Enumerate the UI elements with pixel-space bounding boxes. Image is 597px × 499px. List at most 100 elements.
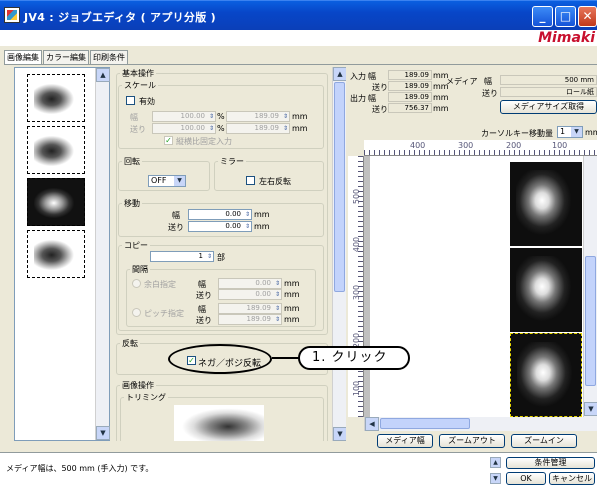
tab-color-edit[interactable]: カラー編集	[43, 50, 89, 64]
spinner-icon[interactable]: ⇕	[207, 125, 214, 132]
spinner-icon[interactable]: ⇕	[243, 211, 250, 218]
horizontal-ruler: 400 300 200 100	[364, 140, 597, 156]
scroll-thumb[interactable]	[585, 256, 596, 386]
spinner-icon[interactable]: ⇕	[273, 305, 280, 312]
thumbnail-1[interactable]	[27, 74, 85, 122]
move-feed-input[interactable]: 0.00 ⇕	[188, 221, 252, 232]
chevron-down-icon[interactable]: ▼	[174, 176, 185, 186]
ok-button[interactable]: OK	[506, 472, 546, 485]
scale-feed-label: 送り	[130, 125, 146, 134]
preview-hscrollbar[interactable]: ◀	[364, 417, 597, 431]
scale-label: スケール	[122, 80, 158, 91]
invert-label: 反転	[120, 338, 140, 349]
scale-feed-mm-input[interactable]: 189.09 ⇕	[226, 123, 290, 134]
scroll-up-icon[interactable]: ▲	[333, 67, 346, 81]
scale-width-mm-input[interactable]: 189.09 ⇕	[226, 111, 290, 122]
scroll-down-icon[interactable]: ▼	[333, 427, 346, 441]
cursor-key-label: カーソルキー移動量	[481, 129, 553, 138]
chevron-up-icon[interactable]: ▲	[490, 457, 501, 468]
zoom-in-button[interactable]: ズームイン	[511, 434, 577, 448]
input-label: 入力	[350, 72, 366, 81]
pitch-feed-value: 189.09	[246, 315, 272, 323]
move-width-label: 幅	[172, 211, 180, 220]
pitch-width-input[interactable]: 189.09 ⇕	[218, 303, 282, 314]
preview-canvas[interactable]	[364, 156, 583, 417]
spinner-icon[interactable]: ⇕	[207, 113, 214, 120]
input-feed-label: 送り	[372, 83, 388, 92]
preview-image-3[interactable]	[510, 333, 582, 417]
minimize-button[interactable]: _	[532, 6, 553, 27]
move-width-input[interactable]: 0.00 ⇕	[188, 209, 252, 220]
scale-width-pct-input[interactable]: 100.00 ⇕	[152, 111, 216, 122]
preview-vscrollbar[interactable]: ▼	[583, 156, 597, 417]
media-feed-label: 送り	[482, 89, 498, 98]
tab-print-conditions[interactable]: 印刷条件	[90, 50, 128, 64]
maximize-button[interactable]: □	[555, 6, 576, 27]
spinner-icon[interactable]: ⇕	[281, 113, 288, 120]
zoom-out-button[interactable]: ズームアウト	[439, 434, 505, 448]
thumbnail-4[interactable]	[27, 230, 85, 278]
get-media-size-button[interactable]: メディアサイズ取得	[500, 100, 597, 114]
size-info-panel: 入力 幅 189.09 mm 送り 189.09 mm 出力 幅 189.09 …	[348, 67, 597, 127]
trimming-preview[interactable]	[174, 405, 264, 441]
mm-unit: mm	[284, 290, 300, 299]
chevron-down-icon[interactable]: ▼	[571, 127, 582, 137]
spinner-icon[interactable]: ⇕	[273, 291, 280, 298]
pitch-feed-input[interactable]: 189.09 ⇕	[218, 314, 282, 325]
scroll-thumb[interactable]	[334, 82, 345, 292]
output-width-label: 幅	[368, 94, 376, 103]
scroll-left-icon[interactable]: ◀	[365, 417, 379, 431]
trimming-label: トリミング	[124, 392, 168, 403]
margin-width-input[interactable]: 0.00 ⇕	[218, 278, 282, 289]
mirror-lr-checkbox[interactable]	[246, 176, 255, 185]
output-feed-field: 756.37	[388, 103, 432, 113]
scale-feed-pct-input[interactable]: 100.00 ⇕	[152, 123, 216, 134]
media-width-button[interactable]: メディア幅	[377, 434, 433, 448]
thumbnail-2[interactable]	[27, 126, 85, 174]
pitch-radio[interactable]	[132, 308, 141, 317]
cancel-button[interactable]: キャンセル	[549, 472, 595, 485]
margin-radio[interactable]	[132, 279, 141, 288]
title-bar[interactable]: JV4 : ジョブエディタ ( アプリ分版 ) _ □ ✕	[0, 0, 597, 30]
spinner-icon[interactable]: ⇕	[273, 280, 280, 287]
spinner-icon[interactable]: ⇕	[281, 125, 288, 132]
spinner-icon[interactable]: ⇕	[273, 316, 280, 323]
copy-count-input[interactable]: 1 ⇕	[150, 251, 214, 262]
close-button[interactable]: ✕	[578, 6, 597, 27]
pct-unit: %	[217, 112, 225, 121]
scale-width-mm-value: 189.09	[254, 112, 280, 120]
output-width-field: 189.09	[388, 92, 432, 102]
margin-width-value: 0.00	[255, 279, 271, 287]
thumbnail-scrollbar[interactable]: ▲ ▼	[95, 68, 110, 440]
scroll-thumb[interactable]	[380, 418, 470, 429]
thumbnail-list: ▲ ▼	[14, 67, 110, 441]
chevron-down-icon[interactable]: ▼	[490, 473, 501, 484]
callout-connector	[272, 357, 300, 359]
basic-operations-label: 基本操作	[120, 68, 156, 79]
settings-scrollbar[interactable]: ▲ ▼	[332, 67, 346, 441]
scale-enabled-checkbox[interactable]	[126, 96, 135, 105]
thumbnail-3[interactable]	[27, 178, 85, 226]
tab-image-edit[interactable]: 画像編集	[4, 50, 42, 65]
preview-image-2[interactable]	[510, 248, 582, 332]
cursor-key-select[interactable]: 1 ▼	[557, 126, 583, 138]
margin-label: 余白指定	[144, 280, 176, 289]
rotate-label: 回転	[122, 156, 142, 167]
scroll-down-icon[interactable]: ▼	[96, 426, 110, 440]
spinner-icon[interactable]: ⇕	[205, 253, 212, 260]
condition-management-button[interactable]: 条件管理	[506, 457, 595, 469]
mm-unit: mm	[433, 93, 449, 102]
scroll-up-icon[interactable]: ▲	[96, 68, 110, 82]
keep-ratio-checkbox[interactable]: ✓	[164, 136, 173, 145]
brand-bar	[0, 30, 597, 46]
spinner-icon[interactable]: ⇕	[243, 223, 250, 230]
rotate-select[interactable]: OFF ▼	[148, 175, 186, 187]
mm-unit: mm	[433, 104, 449, 113]
ruler-tick-label: 200	[506, 141, 522, 150]
scroll-down-icon[interactable]: ▼	[584, 402, 597, 416]
margin-feed-input[interactable]: 0.00 ⇕	[218, 289, 282, 300]
margin-feed-value: 0.00	[255, 290, 271, 298]
preview-image-1[interactable]	[510, 162, 582, 246]
scale-width-label: 幅	[130, 113, 138, 122]
mm-unit: mm	[292, 124, 308, 133]
